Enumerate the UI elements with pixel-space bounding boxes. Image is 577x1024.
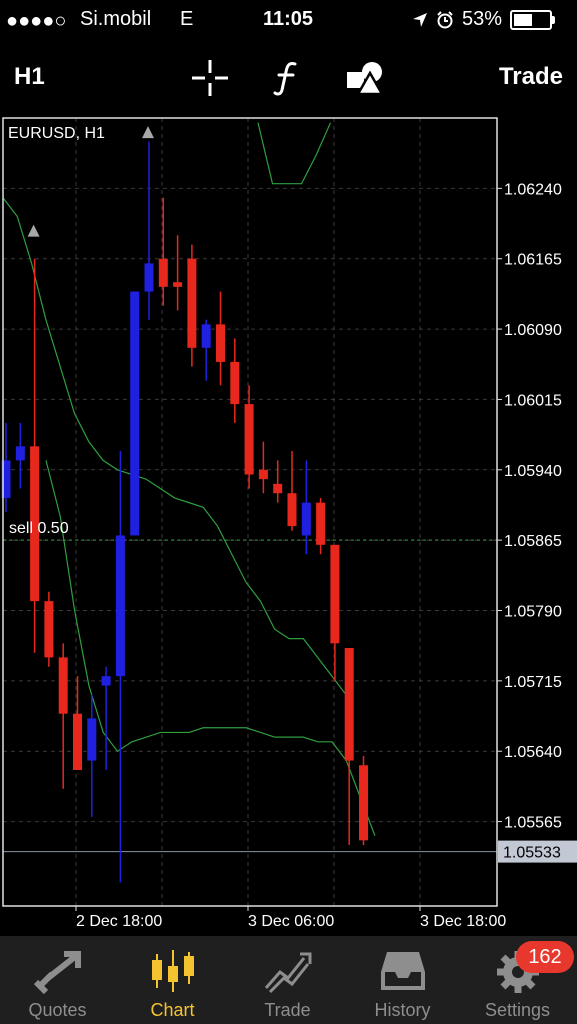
price-axis: 1.06240 1.06165 1.06090 1.06015 1.05940 1.058… bbox=[497, 181, 562, 832]
price-label: 1.05865 bbox=[504, 533, 562, 550]
candle-bear bbox=[344, 648, 354, 761]
price-label: 1.05640 bbox=[504, 744, 562, 761]
crosshair-icon[interactable] bbox=[190, 58, 230, 98]
arrow-up-marker bbox=[27, 224, 40, 237]
status-right: 53% bbox=[412, 8, 556, 31]
candle-bear bbox=[316, 502, 326, 545]
settings-badge: 162 bbox=[516, 941, 574, 973]
history-icon bbox=[381, 952, 425, 990]
objects-icon[interactable] bbox=[345, 58, 385, 98]
candles bbox=[1, 141, 368, 883]
candle-bull bbox=[201, 324, 211, 348]
alarm-icon bbox=[437, 10, 453, 28]
candle-bear bbox=[258, 469, 268, 480]
current-price-label: 1.05533 bbox=[503, 845, 561, 862]
tab-history[interactable]: History bbox=[345, 936, 460, 1024]
timeframe-button[interactable]: H1 bbox=[14, 63, 45, 91]
tab-chart[interactable]: Chart bbox=[115, 936, 230, 1024]
trade-button[interactable]: Trade bbox=[499, 63, 563, 91]
price-label: 1.06165 bbox=[504, 252, 562, 269]
chart-grid bbox=[3, 118, 497, 906]
chart-frame bbox=[2, 117, 498, 907]
candle-bear bbox=[187, 258, 197, 348]
indicator-top-line bbox=[257, 122, 332, 185]
time-label: 3 Dec 06:00 bbox=[248, 913, 334, 930]
time-axis: 2 Dec 18:00 3 Dec 06:00 3 Dec 18:00 bbox=[75, 906, 506, 930]
candle-bear bbox=[216, 324, 225, 362]
candle-bear bbox=[230, 361, 240, 405]
arrow-markers bbox=[27, 126, 154, 237]
candle-bear bbox=[359, 765, 368, 841]
battery-fill bbox=[514, 13, 533, 26]
candle-bull bbox=[301, 502, 311, 536]
status-time: 11:05 bbox=[263, 8, 314, 30]
candle-bear bbox=[73, 713, 82, 770]
time-label: 3 Dec 18:00 bbox=[420, 913, 506, 930]
tab-quotes-label: Quotes bbox=[28, 1000, 87, 1020]
candle-bear bbox=[158, 258, 168, 287]
candle-bear bbox=[287, 493, 297, 527]
candle-bear bbox=[330, 544, 340, 644]
tab-trade[interactable]: Trade bbox=[230, 936, 345, 1024]
trade-icon bbox=[264, 952, 312, 994]
candle-bear bbox=[58, 657, 68, 714]
signal-strength: ●●●●○ bbox=[6, 10, 67, 32]
tab-chart-label: Chart bbox=[150, 1000, 195, 1020]
candle-bull bbox=[115, 535, 125, 677]
candle-bull bbox=[101, 676, 111, 686]
arrow-up-marker bbox=[142, 126, 154, 139]
time-label: 2 Dec 18:00 bbox=[76, 913, 162, 930]
candle-bear bbox=[244, 404, 254, 475]
price-label: 1.06015 bbox=[504, 392, 562, 409]
carrier-name: Si.mobil bbox=[80, 8, 152, 30]
price-label: 1.05790 bbox=[504, 604, 562, 621]
battery-percent: 53% bbox=[462, 8, 503, 30]
chart-icon bbox=[152, 950, 194, 992]
tab-trade-label: Trade bbox=[264, 1000, 311, 1020]
price-label: 1.05715 bbox=[504, 674, 562, 691]
tab-bar: Quotes Chart Trade History Settings bbox=[0, 936, 577, 1024]
candle-bull bbox=[87, 718, 97, 761]
candle-bull bbox=[144, 263, 154, 292]
candle-bull bbox=[15, 446, 25, 461]
status-bar: ●●●●○ Si.mobil E 11:05 53% bbox=[0, 0, 577, 40]
price-chart[interactable]: 1.06240 1.06165 1.06090 1.06015 1.05940 1.058… bbox=[0, 112, 577, 934]
tab-settings-label: Settings bbox=[484, 1000, 551, 1020]
candle-bull bbox=[130, 291, 140, 536]
order-label: sell 0.50 bbox=[9, 520, 69, 537]
symbol-label: EURUSD, H1 bbox=[8, 125, 105, 142]
price-label: 1.05565 bbox=[504, 815, 562, 832]
battery-icon bbox=[510, 9, 556, 30]
candle-bear bbox=[173, 282, 183, 287]
tab-history-label: History bbox=[374, 1000, 431, 1020]
function-icon[interactable] bbox=[268, 58, 308, 98]
chart-canvas[interactable]: 1.06240 1.06165 1.06090 1.06015 1.05940 1.058… bbox=[0, 112, 577, 934]
price-label: 1.05940 bbox=[504, 463, 562, 480]
indicator-lines bbox=[2, 122, 376, 836]
price-label: 1.06090 bbox=[504, 322, 562, 339]
candle-bear bbox=[273, 483, 283, 494]
indicator-upper-line bbox=[2, 197, 347, 696]
price-label: 1.06240 bbox=[504, 181, 562, 198]
network-type: E bbox=[180, 8, 194, 30]
candle-bear bbox=[44, 601, 54, 658]
tab-quotes[interactable]: Quotes bbox=[0, 936, 115, 1024]
quotes-icon bbox=[33, 951, 81, 994]
chart-toolbar: H1 Trade bbox=[0, 50, 577, 106]
location-icon bbox=[413, 12, 427, 27]
